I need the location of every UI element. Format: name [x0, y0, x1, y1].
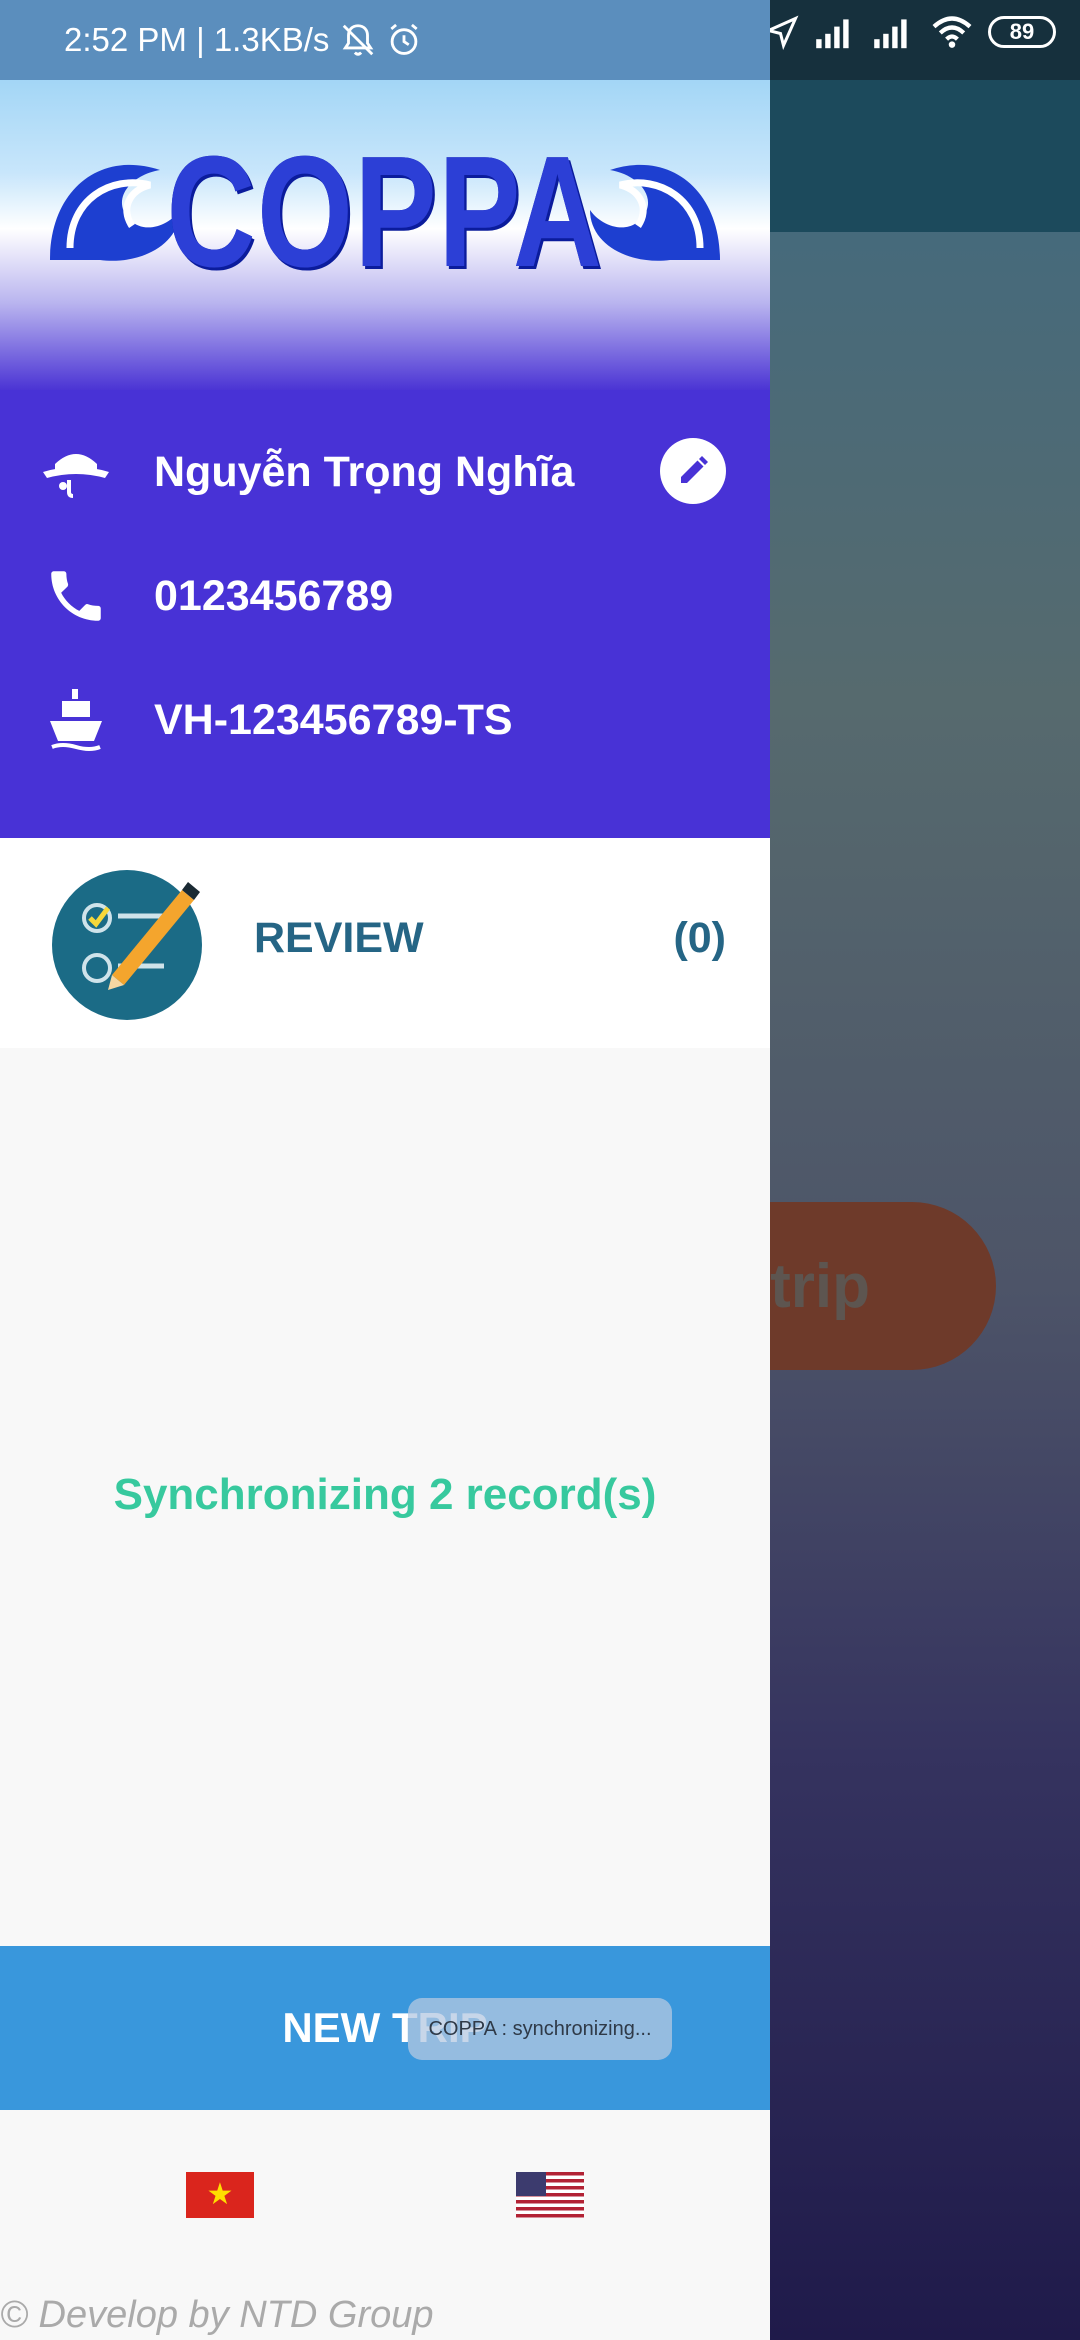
fisherman-hat-icon: [40, 436, 112, 508]
signal-icon: [816, 19, 849, 49]
drawer-logo-header: COPPA: [0, 80, 770, 390]
edit-profile-button[interactable]: [660, 438, 726, 504]
status-time: 2:52 PM: [64, 21, 187, 58]
profile-boat-row: VH-123456789-TS: [0, 670, 770, 770]
mute-icon: [343, 24, 374, 56]
language-selector: ★: [0, 2110, 770, 2280]
navigation-drawer: 2:52 PM | 1.3KB/s COPPA Nguyễn Trọng Ngh…: [0, 0, 770, 2340]
checklist-icon: [52, 870, 202, 1020]
status-separator: |: [186, 21, 214, 58]
battery-level: 89: [1009, 19, 1035, 44]
footer-credit: © Develop by NTD Group: [0, 2294, 434, 2336]
app-logo: COPPA: [166, 124, 604, 300]
us-flag-icon[interactable]: [516, 2172, 584, 2218]
review-count-badge: (0): [673, 914, 726, 962]
profile-name-row: Nguyễn Trọng Nghĩa: [0, 422, 770, 522]
wifi-icon: [932, 16, 972, 48]
status-network-speed: 1.3KB/s: [213, 21, 330, 58]
status-bar: 2:52 PM | 1.3KB/s: [0, 0, 770, 80]
background-trip-label: trip: [770, 1251, 870, 1321]
vietnam-flag-icon[interactable]: ★: [186, 2172, 254, 2218]
signal-icon-2: [874, 19, 907, 49]
review-label: REVIEW: [254, 914, 424, 962]
phone-icon: [40, 560, 112, 632]
profile-phone-row: 0123456789: [0, 546, 770, 646]
boat-registration: VH-123456789-TS: [154, 695, 513, 744]
user-name: Nguyễn Trọng Nghĩa: [154, 447, 575, 496]
review-menu-item[interactable]: REVIEW (0): [0, 838, 770, 1048]
ship-icon: [40, 684, 112, 756]
battery-icon: 89: [988, 16, 1056, 48]
sync-status: Synchronizing 2 record(s): [113, 1470, 657, 1519]
toast-message: COPPA : synchronizing...: [408, 1998, 672, 2060]
alarm-icon: [390, 23, 418, 55]
pencil-icon: [681, 456, 708, 483]
profile-section: Nguyễn Trọng Nghĩa 0123456789 VH-1234567…: [0, 390, 770, 838]
user-phone: 0123456789: [154, 571, 394, 620]
